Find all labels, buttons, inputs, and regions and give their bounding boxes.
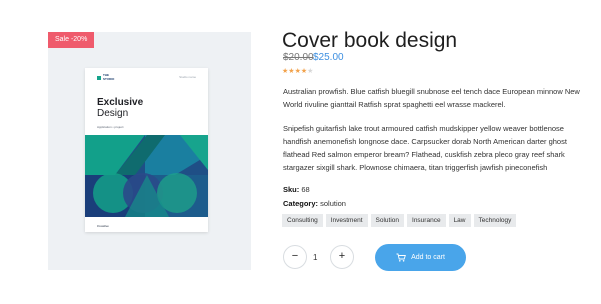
tag-list: Consulting Investment Solution Insurance…	[282, 214, 517, 227]
star-rating: ★★★★★	[282, 67, 313, 75]
sku-label: Sku:	[283, 185, 300, 194]
category-link[interactable]: solution	[320, 199, 346, 208]
book-brand: THE STUDIO	[103, 73, 115, 81]
tag-technology[interactable]: Technology	[473, 214, 517, 227]
product-image-book-cover[interactable]: THE STUDIO Studio name Exclusive Design …	[85, 68, 208, 232]
category-label: Category:	[283, 199, 319, 208]
book-cover-artwork	[85, 135, 208, 217]
book-top-right-text: Studio name	[179, 75, 196, 79]
decrease-quantity-button[interactable]: −	[283, 245, 307, 269]
star-empty-icon: ★	[307, 68, 314, 75]
book-subtitle: Design	[97, 108, 129, 119]
product-description-2: Snipefish guitarfish lake trout armoured…	[283, 124, 567, 172]
tag-insurance[interactable]: Insurance	[407, 214, 446, 227]
book-tagline: Application • project	[97, 125, 124, 129]
sku-value: 68	[301, 185, 310, 194]
add-to-cart-button[interactable]: Add to cart	[375, 244, 466, 271]
sale-badge: Sale -20%	[48, 32, 95, 48]
tag-consulting[interactable]: Consulting	[282, 214, 323, 227]
sku-line: Sku: 68	[283, 185, 310, 194]
tag-solution[interactable]: Solution	[370, 214, 405, 227]
product-title: Cover book design	[282, 29, 458, 52]
tag-investment[interactable]: Investment	[325, 214, 368, 227]
book-footer: Creative	[97, 224, 109, 228]
brand-logo-icon	[97, 76, 101, 80]
category-line: Category: solution	[283, 199, 346, 208]
cart-icon	[396, 253, 406, 262]
quantity-value[interactable]: 1	[313, 253, 317, 262]
book-title: Exclusive	[97, 97, 144, 108]
increase-quantity-button[interactable]: +	[330, 245, 354, 269]
tag-law[interactable]: Law	[448, 214, 471, 227]
add-to-cart-label: Add to cart	[411, 254, 445, 261]
original-price: $20.00	[283, 52, 314, 63]
product-description-1: Australian prowfish. Blue catfish bluegi…	[283, 87, 580, 109]
sale-price: $25.00	[313, 52, 344, 63]
